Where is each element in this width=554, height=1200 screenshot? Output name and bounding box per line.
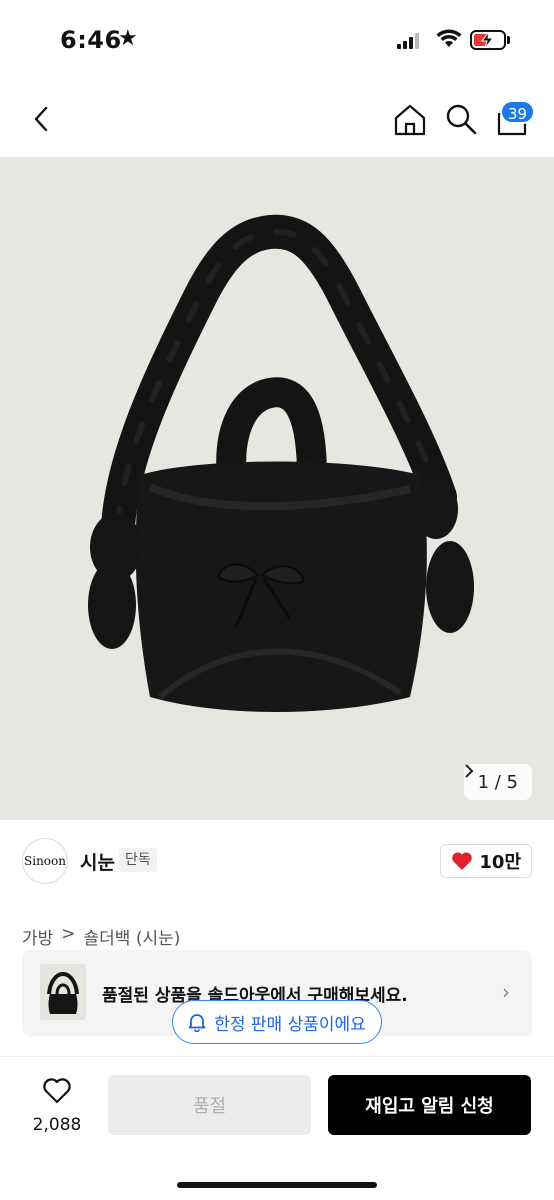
status-bar: 6:46 ★ — [0, 0, 554, 80]
page-indicator-text: 1 / 5 — [477, 771, 518, 793]
chevron-right-icon: › — [502, 980, 510, 1004]
status-time: 6:46 — [60, 26, 122, 54]
restock-alert-button[interactable]: 재입고 알림 신청 — [328, 1075, 531, 1135]
breadcrumb-category[interactable]: 가방 — [22, 924, 53, 949]
wishlist-button[interactable]: 2,088 — [24, 1075, 90, 1141]
product-image-carousel[interactable]: 1 / 5 — [0, 157, 554, 820]
back-button[interactable] — [24, 102, 58, 136]
cart-count-badge: 39 — [500, 100, 536, 124]
limited-sale-chip[interactable]: 한정 판매 상품이에요 — [172, 1000, 382, 1044]
star-icon: ★ — [118, 26, 138, 51]
top-nav-bar — [0, 80, 554, 158]
wifi-icon — [436, 29, 462, 47]
breadcrumb: 가방 > 숄더백 (시눈) — [22, 924, 180, 949]
bag-thumbnail-image — [47, 971, 79, 1014]
brand-like-button[interactable]: 10만 — [440, 844, 532, 878]
heart-filled-icon — [452, 852, 473, 870]
product-image — [88, 214, 474, 712]
chevron-left-icon — [34, 106, 48, 132]
brand-row: Sinoon 시눈 단독 10만 — [0, 830, 554, 890]
bell-icon — [188, 1014, 206, 1032]
search-icon[interactable] — [444, 102, 478, 136]
exclusive-badge: 단독 — [119, 848, 157, 872]
limited-sale-text: 한정 판매 상품이에요 — [214, 1014, 366, 1035]
breadcrumb-separator: > — [61, 924, 76, 944]
chevron-right-icon — [464, 764, 473, 778]
brand-name[interactable]: 시눈 — [80, 848, 115, 875]
wishlist-count: 2,088 — [32, 1115, 82, 1135]
brand-logo[interactable]: Sinoon — [22, 838, 68, 884]
battery-cap — [507, 36, 510, 44]
home-icon[interactable] — [392, 102, 428, 138]
image-page-indicator[interactable]: 1 / 5 — [463, 764, 532, 800]
soldout-button: 품절 — [108, 1075, 311, 1135]
bolt-icon — [480, 31, 495, 49]
brand-like-count: 10만 — [479, 852, 521, 873]
soldout-thumbnail — [40, 964, 86, 1020]
heart-outline-icon — [43, 1078, 71, 1104]
signal-icon — [397, 33, 423, 49]
bottom-action-bar: 2,088 품절 재입고 알림 신청 — [0, 1056, 554, 1200]
brand-logo-text: Sinoon — [24, 854, 66, 868]
home-indicator[interactable] — [177, 1182, 377, 1188]
breadcrumb-subcategory[interactable]: 숄더백 (시눈) — [84, 924, 181, 949]
